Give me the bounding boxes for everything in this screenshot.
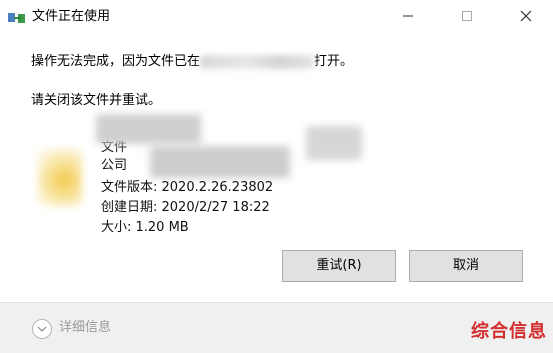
close-icon bbox=[520, 10, 532, 22]
redacted-app-name bbox=[200, 54, 315, 69]
maximize-icon bbox=[462, 11, 472, 21]
title-bar: 文件正在使用 bbox=[0, 0, 553, 34]
details-toggle-label[interactable]: 详细信息 bbox=[59, 319, 111, 337]
dialog-footer: 详细信息 综合信息 bbox=[0, 303, 553, 353]
instruction-message: 请关闭该文件并重试。 bbox=[31, 93, 162, 108]
watermark: 综合信息 bbox=[471, 321, 547, 342]
redacted-company bbox=[150, 146, 290, 178]
maximize-button[interactable] bbox=[444, 0, 490, 32]
redacted-block bbox=[306, 126, 362, 160]
error-message: 操作无法完成，因为文件已在 打开。 bbox=[31, 53, 353, 71]
cancel-button[interactable]: 取消 bbox=[409, 250, 523, 282]
minimize-icon bbox=[403, 15, 413, 17]
retry-button[interactable]: 重试(R) bbox=[282, 250, 396, 282]
redacted-file-name bbox=[96, 114, 201, 144]
close-button[interactable] bbox=[503, 0, 549, 32]
chevron-down-icon bbox=[37, 326, 47, 332]
file-size: 大小: 1.20 MB bbox=[101, 220, 189, 235]
file-icon bbox=[38, 148, 82, 206]
error-message-prefix: 操作无法完成，因为文件已在 bbox=[31, 54, 201, 69]
minimize-button[interactable] bbox=[385, 0, 431, 32]
dialog-content: 操作无法完成，因为文件已在 打开。 请关闭该文件并重试。 文件 公司 文件版本: … bbox=[0, 34, 553, 289]
file-version: 文件版本: 2020.2.26.23802 bbox=[101, 180, 274, 195]
window-title: 文件正在使用 bbox=[32, 9, 111, 24]
error-message-suffix: 打开。 bbox=[314, 54, 354, 69]
file-company-label: 公司 bbox=[101, 158, 128, 173]
file-created-date: 创建日期: 2020/2/27 18:22 bbox=[101, 200, 270, 215]
file-transfer-icon bbox=[8, 10, 26, 24]
expand-details-button[interactable] bbox=[32, 319, 52, 339]
